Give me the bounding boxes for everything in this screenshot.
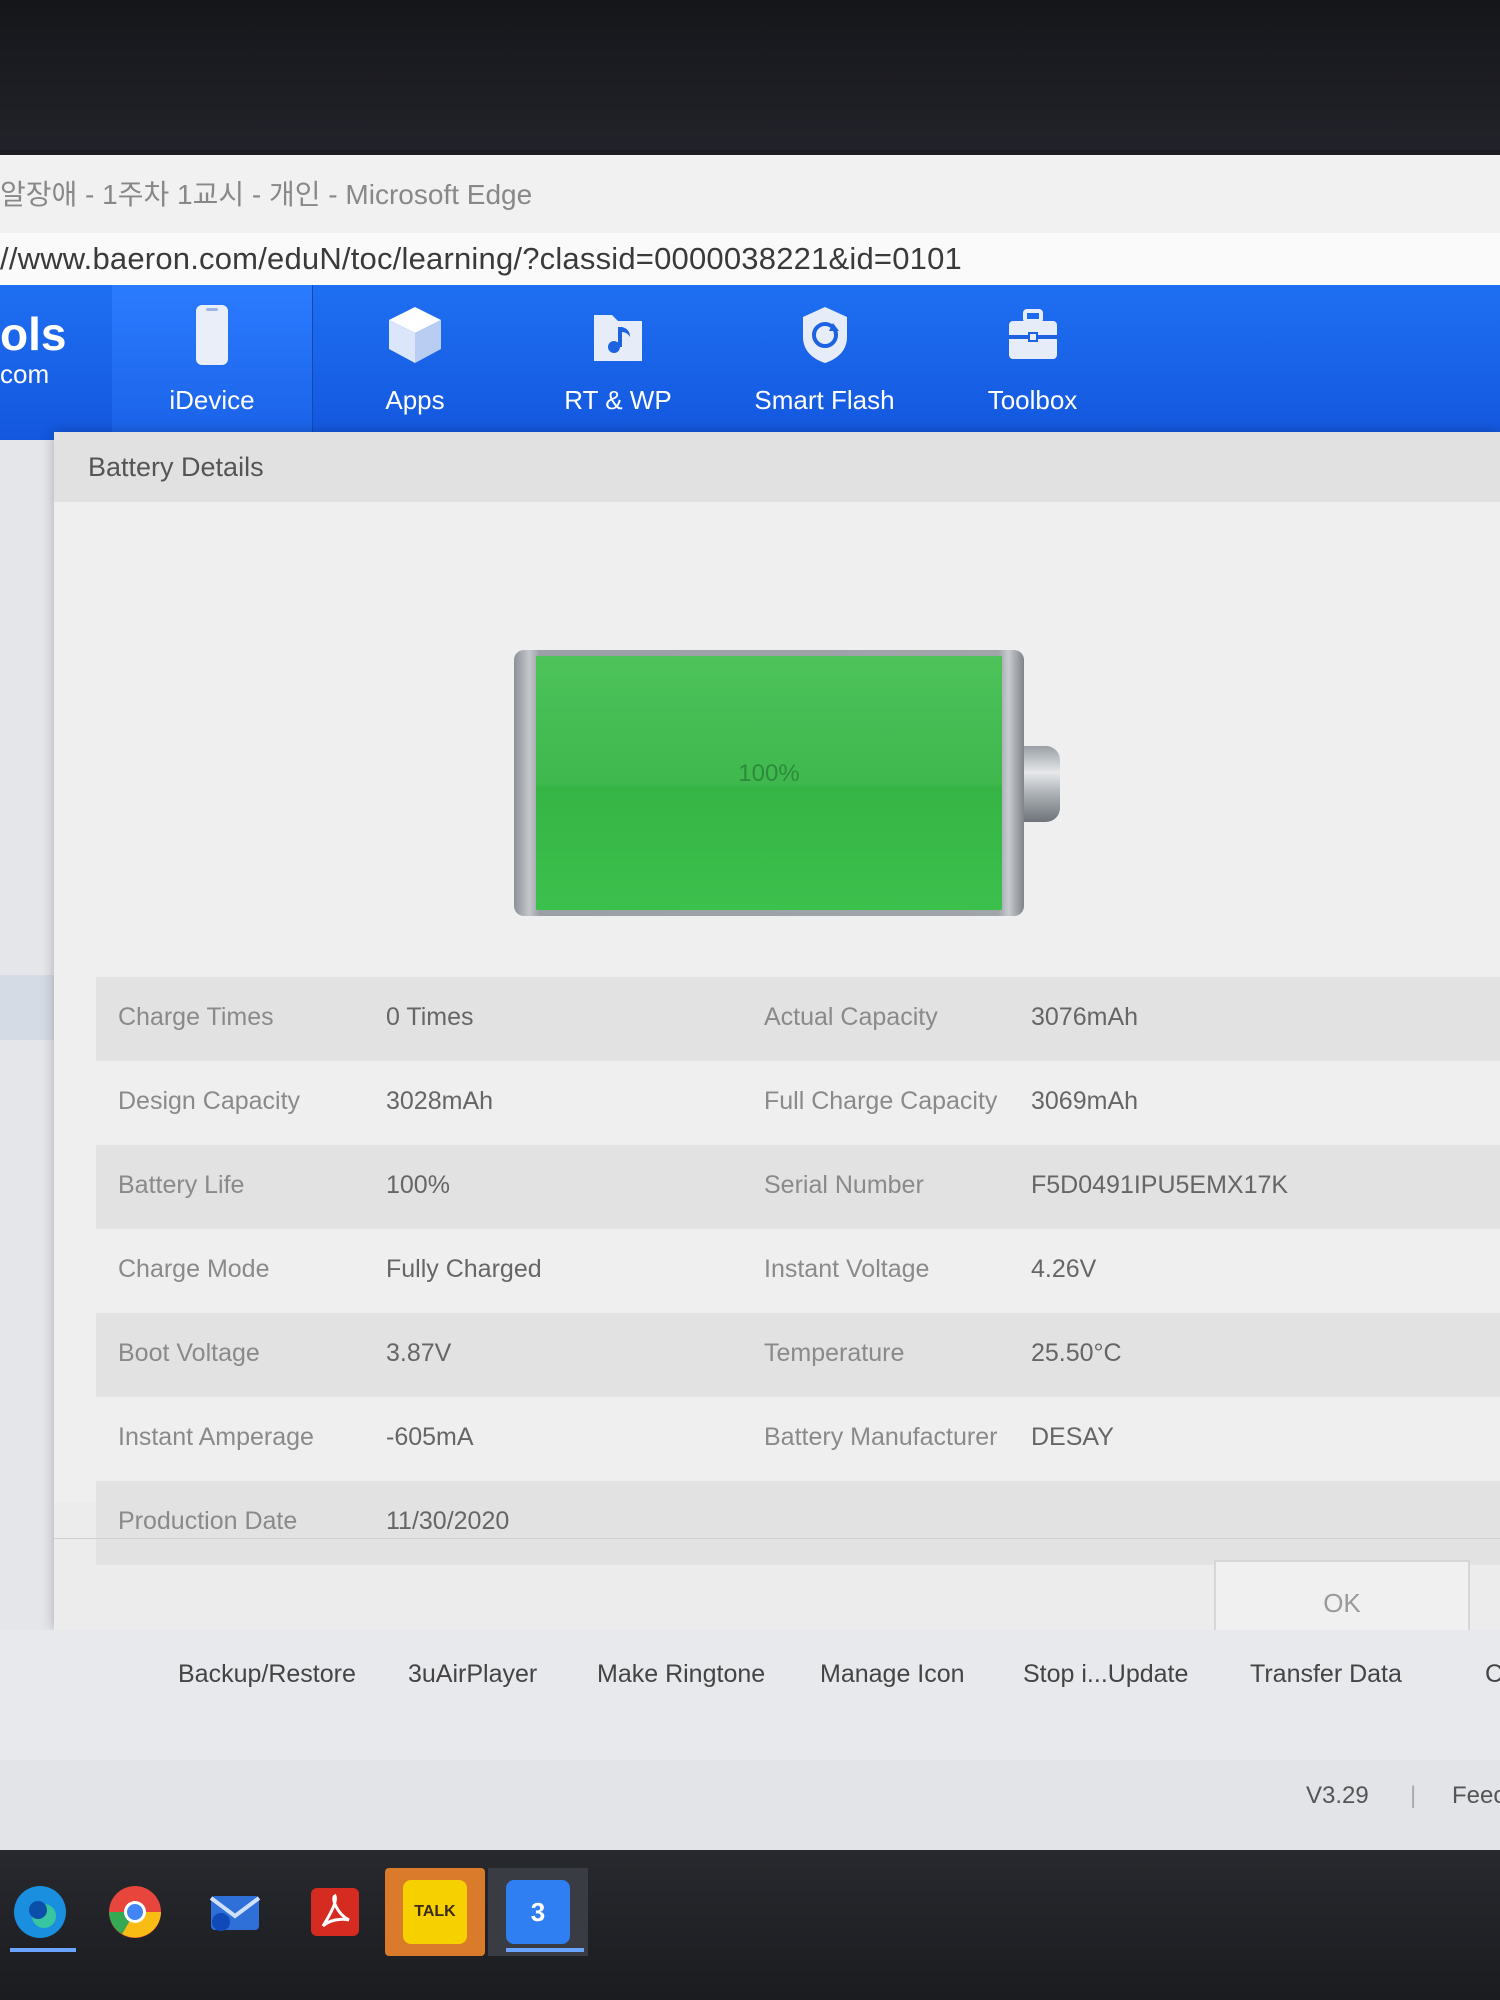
bottom-toolbar: Backup/Restore 3uAirPlayer Make Ringtone…: [0, 1630, 1500, 1760]
nav-apps[interactable]: Apps: [315, 285, 515, 440]
battery-details-dialog: Battery Details 100% Charge Times 0 Times…: [54, 432, 1500, 1646]
nav-idevice-label: iDevice: [169, 385, 255, 415]
toolbox-icon: [1008, 309, 1057, 359]
acrobat-icon[interactable]: [303, 1880, 367, 1944]
nav-toolbox-label: Toolbox: [987, 385, 1078, 415]
kakaotalk-icon-text: TALK: [414, 1903, 456, 1920]
battery-details-table: Charge Times 0 Times Actual Capacity 3076mA…: [96, 977, 1500, 1565]
refresh-shield-icon: [802, 307, 847, 363]
detail-value: 3028mAh: [386, 1087, 494, 1115]
make-ringtone-button[interactable]: Make Ringtone: [597, 1660, 765, 1689]
browser-title-bar: 알장애 - 1주차 1교시 - 개인 - Microsoft Edge: [0, 155, 1500, 234]
detail-label: Full Charge Capacity: [764, 1087, 998, 1115]
dialog-body: 100% Charge Times 0 Times Actual Capacity 3…: [54, 502, 1500, 1565]
kakaotalk-icon[interactable]: TALK: [403, 1880, 467, 1944]
detail-value: F5D0491IPU5EMX17K: [1031, 1171, 1289, 1199]
nav-rt-wp-label: RT & WP: [564, 385, 672, 415]
more-button[interactable]: C: [1485, 1660, 1500, 1689]
nav-toolbox[interactable]: Toolbox: [930, 285, 1135, 440]
detail-value: -605mA: [386, 1423, 474, 1451]
left-sidebar-strip: ls: [0, 440, 58, 1807]
status-bar: V3.29 | Feec: [0, 1760, 1500, 1850]
detail-value: 11/30/2020: [386, 1507, 510, 1535]
nav-idevice[interactable]: iDevice: [112, 285, 313, 440]
detail-label: Design Capacity: [118, 1087, 301, 1115]
dialog-title: Battery Details: [88, 452, 264, 482]
detail-label: Charge Mode: [118, 1255, 270, 1283]
detail-label: Boot Voltage: [118, 1339, 260, 1367]
detail-row: Charge Mode Fully Charged Instant Voltage 4…: [96, 1229, 1500, 1313]
phone-icon: [196, 305, 228, 365]
dialog-divider: [54, 1538, 1500, 1539]
stop-update-button[interactable]: Stop i...Update: [1023, 1660, 1188, 1689]
detail-label: Battery Life: [118, 1171, 245, 1199]
app-logo: ols: [0, 308, 67, 360]
detail-label: Battery Manufacturer: [764, 1423, 998, 1451]
manage-icon-button[interactable]: Manage Icon: [820, 1660, 965, 1689]
monitor-bezel: [0, 0, 1500, 150]
detail-row: Production Date 11/30/2020: [96, 1481, 1500, 1565]
battery-percent-label: 100%: [738, 760, 800, 787]
address-bar[interactable]: //www.baeron.com/eduN/toc/learning/?clas…: [0, 233, 1500, 285]
status-separator: |: [1410, 1782, 1417, 1809]
3utools-icon-text: 3: [530, 1897, 546, 1927]
battery-terminal: [1024, 746, 1060, 822]
3utools-icon[interactable]: 3: [506, 1880, 570, 1944]
app-toolbar: ols com iDevice Apps RT & WP Smart Flash…: [0, 285, 1500, 440]
edge-icon[interactable]: [8, 1880, 72, 1944]
music-folder-icon: [594, 315, 642, 361]
mail-icon[interactable]: [203, 1880, 267, 1944]
browser-title: 알장애 - 1주차 1교시 - 개인 - Microsoft Edge: [0, 179, 533, 210]
transfer-data-button[interactable]: Transfer Data: [1250, 1660, 1402, 1689]
nav-rt-wp[interactable]: RT & WP: [518, 285, 718, 440]
3utools-active-indicator: [506, 1948, 584, 1952]
app-logo-sub: com: [0, 359, 50, 389]
detail-row: Battery Life 100% Serial Number F5D0491IPU5…: [96, 1145, 1500, 1229]
detail-row: Boot Voltage 3.87V Temperature 25.50°C: [96, 1313, 1500, 1397]
battery-graphic: 100%: [514, 650, 1060, 916]
nav-smart-flash[interactable]: Smart Flash: [722, 285, 927, 440]
detail-label: Actual Capacity: [764, 1003, 938, 1031]
url-text[interactable]: //www.baeron.com/eduN/toc/learning/?clas…: [0, 241, 962, 277]
detail-row: Charge Times 0 Times Actual Capacity 3076mA…: [96, 977, 1500, 1061]
detail-value: 0 Times: [386, 1003, 474, 1031]
detail-value: 3069mAh: [1031, 1087, 1139, 1115]
nav-apps-label: Apps: [385, 385, 445, 415]
detail-label: Instant Amperage: [118, 1423, 314, 1451]
chrome-icon[interactable]: [103, 1880, 167, 1944]
left-sidebar-tab[interactable]: [0, 975, 58, 1040]
feedback-link[interactable]: Feec: [1452, 1782, 1500, 1810]
detail-value: DESAY: [1031, 1423, 1114, 1451]
backup-restore-button[interactable]: Backup/Restore: [178, 1660, 356, 1689]
detail-value: 3.87V: [386, 1339, 452, 1367]
version-label: V3.29: [1306, 1782, 1369, 1809]
detail-value: 100%: [386, 1171, 450, 1199]
detail-label: Instant Voltage: [764, 1255, 930, 1283]
nav-smart-flash-label: Smart Flash: [754, 385, 895, 415]
airplayer-button[interactable]: 3uAirPlayer: [408, 1660, 537, 1689]
cube-icon: [389, 307, 441, 363]
dialog-header: Battery Details: [54, 432, 1500, 502]
detail-row: Design Capacity 3028mAh Full Charge Capaci…: [96, 1061, 1500, 1145]
detail-value: 4.26V: [1031, 1255, 1097, 1283]
detail-label: Serial Number: [764, 1171, 924, 1199]
detail-value: Fully Charged: [386, 1255, 542, 1283]
windows-taskbar: TALK 3: [0, 1850, 1500, 2000]
detail-label: Charge Times: [118, 1003, 274, 1031]
detail-label: Temperature: [764, 1339, 905, 1367]
detail-row: Instant Amperage -605mA Battery Manufactur…: [96, 1397, 1500, 1481]
detail-value: 25.50°C: [1031, 1339, 1122, 1367]
detail-label: Production Date: [118, 1507, 298, 1535]
edge-active-indicator: [10, 1948, 76, 1952]
detail-value: 3076mAh: [1031, 1003, 1139, 1031]
